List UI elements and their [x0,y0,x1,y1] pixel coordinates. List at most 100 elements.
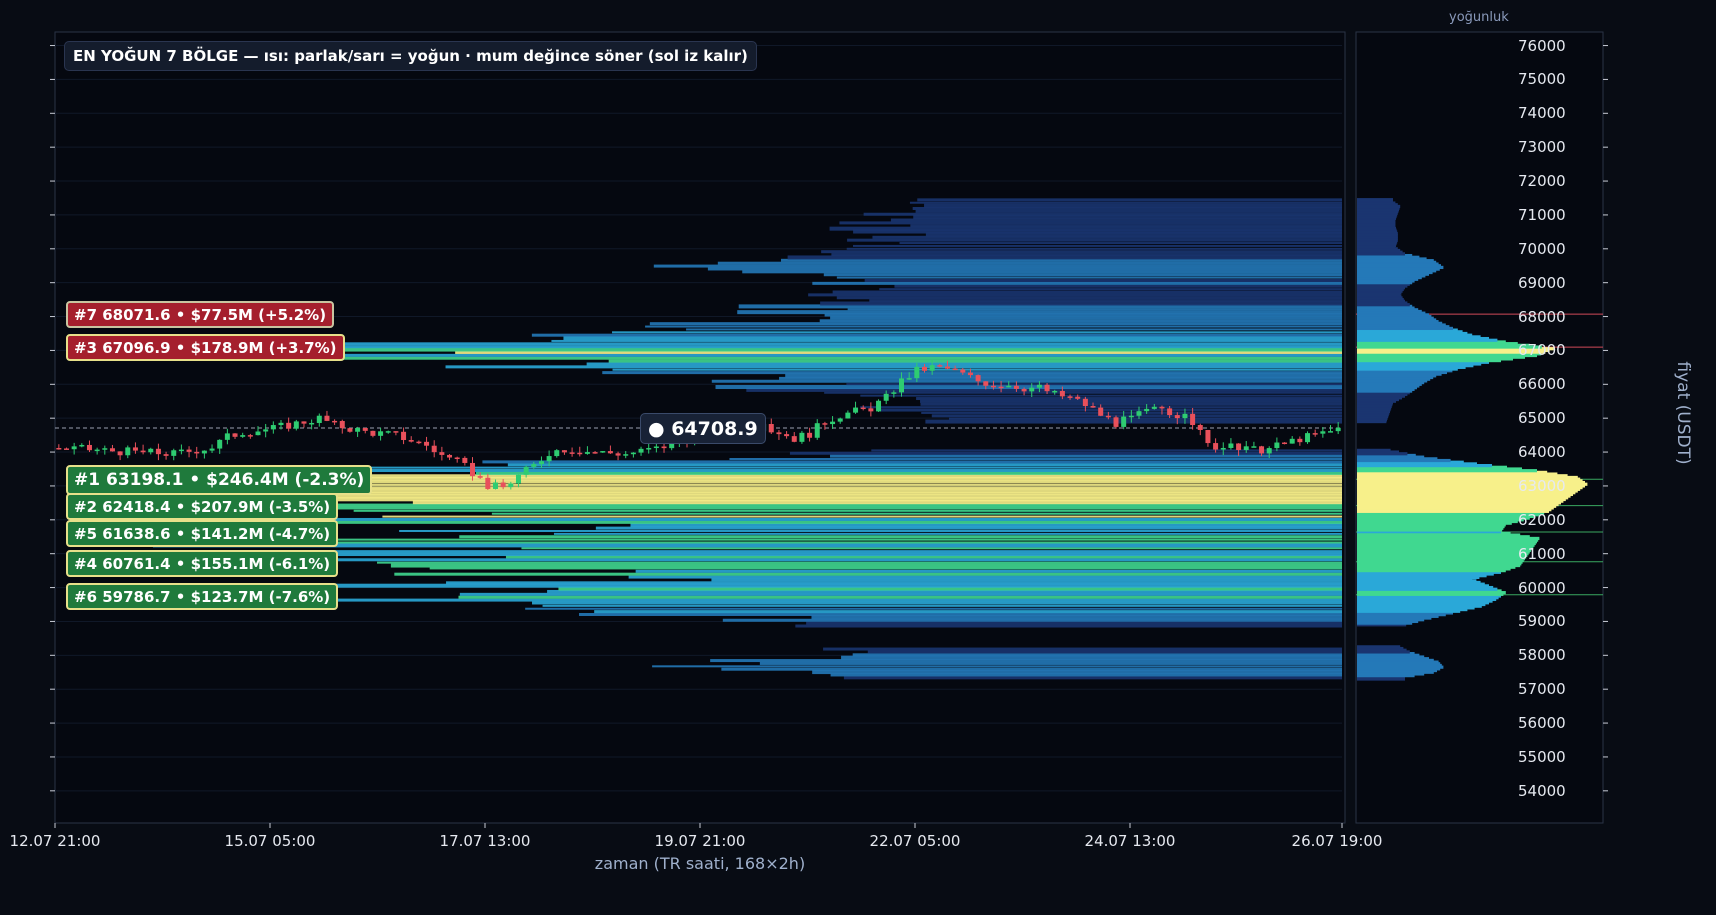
heat-streak [948,417,1342,420]
side-panel-label: yoğunluk [1449,10,1509,25]
candle-body [1312,433,1318,435]
heat-streak [429,567,1342,570]
heat-streak [707,267,1342,271]
chart-canvas [50,31,1608,828]
candle-body [1320,431,1326,434]
heat-streak [869,299,1342,303]
candle-body [332,420,338,423]
candle-body [768,424,774,433]
y-tick-label: 67000 [1518,341,1566,360]
candle-body [1029,387,1035,392]
candle-body [577,452,583,455]
y-tick-label: 57000 [1518,680,1566,699]
candle-body [201,450,207,454]
heat-streak [491,512,1342,515]
candle-body [623,454,629,456]
candle-body [952,368,958,371]
candle-body [132,447,138,451]
heat-streak [795,624,1342,628]
heat-streak [920,399,1342,403]
heat-streak [586,362,1342,366]
heat-streak [729,458,1342,461]
candle-body [1190,413,1196,426]
heat-streak [458,595,1343,599]
heat-streak [612,368,1342,371]
candle-body [347,428,353,432]
zone-label-4: #4 60761.4 • $155.1M (-6.1%) [66,550,339,577]
y-tick-label: 58000 [1518,646,1566,665]
heat-streak [836,276,1342,279]
x-tick-label: 15.07 05:00 [224,832,316,850]
candle-body [837,418,843,422]
heat-streak [711,379,1342,383]
y-tick-label: 63000 [1518,476,1566,495]
heat-streak [830,316,1342,320]
candle-body [1052,390,1058,393]
candle-body [822,423,828,425]
candle-body [1128,415,1134,418]
candle-body [1282,442,1288,445]
candle-body [492,482,498,489]
heat-streak [806,621,1342,625]
x-tick-label: 26.07 19:00 [1291,832,1383,850]
candle-body [990,385,996,388]
candle-body [998,386,1004,389]
y-tick-label: 59000 [1518,612,1566,631]
candle-body [439,452,445,455]
heat-streak [382,515,1342,518]
heat-streak [894,284,1342,288]
candle-body [1136,411,1142,416]
candle-body [79,444,85,447]
heat-streak [819,319,1342,323]
candle-body [546,456,552,462]
profile-bar [1357,645,1401,649]
candle-body [447,454,453,458]
candle-body [814,423,820,438]
y-tick-label: 64000 [1518,443,1566,462]
y-tick-label: 72000 [1518,172,1566,191]
candle-body [94,449,100,452]
y-tick-label: 54000 [1518,781,1566,800]
candle-body [1059,390,1065,397]
candle-body [929,365,935,371]
candle-body [830,421,836,425]
x-tick-label: 17.07 13:00 [439,832,531,850]
heat-streak [579,612,1342,616]
heat-streak [608,359,1342,363]
x-tick-label: 24.07 13:00 [1084,832,1176,850]
candle-body [155,448,161,455]
heat-streak [721,667,1342,671]
heat-streak [459,535,1342,539]
x-tick-label: 19.07 21:00 [654,832,746,850]
candle-body [355,427,361,432]
candle-body [109,448,115,452]
heat-streak [808,293,1342,297]
candle-body [1220,447,1226,450]
candle-body [1105,415,1111,418]
candle-body [408,440,414,442]
candle-body [554,450,560,457]
heat-streak [263,552,1342,557]
candle-body [255,431,261,436]
candle-body [270,425,276,430]
heat-streak [864,278,1342,282]
profile-bar [1357,198,1393,202]
candle-body [1121,416,1127,427]
candle-body [1228,443,1234,448]
heat-streak [846,383,1342,386]
heat-streak [832,290,1342,294]
candle-body [1274,442,1280,449]
candle-body [515,474,521,484]
candle-body [224,433,230,440]
candle-body [899,378,905,393]
candle-body [56,447,62,450]
heat-streak [717,261,1342,265]
candle-body [523,466,529,475]
y-tick-label: 61000 [1518,544,1566,563]
candle-body [148,448,154,453]
heat-streak [737,310,1342,315]
heat-streak [924,203,1342,208]
candle-body [891,392,897,394]
heat-streak [846,247,1342,250]
heat-streak [847,238,1342,242]
